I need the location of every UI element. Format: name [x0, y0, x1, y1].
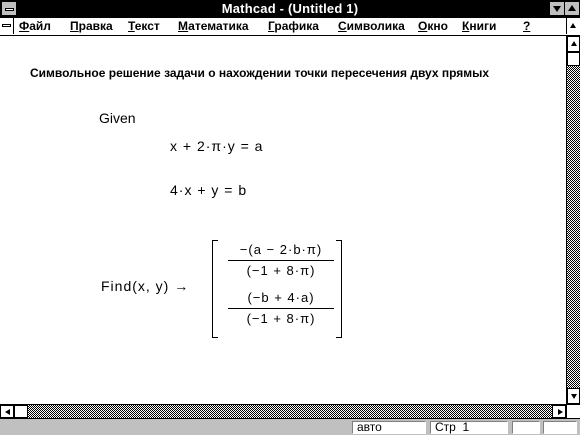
status-bar: авто Стр 1 — [0, 418, 580, 435]
menu-graphics[interactable]: Графика — [268, 19, 319, 33]
document-system-menu-button[interactable] — [0, 18, 14, 34]
page-indicator: Стр 1 — [430, 421, 508, 434]
worksheet-heading-text: Символьное решение задачи о нахождении т… — [30, 66, 490, 80]
arrow-left-icon — [5, 409, 10, 415]
menu-window[interactable]: Окно — [418, 19, 448, 33]
vertical-scroll-track[interactable] — [567, 52, 580, 388]
menu-edit[interactable]: Правка — [70, 19, 113, 33]
menu-help[interactable]: ? — [523, 19, 530, 33]
maximize-button[interactable] — [564, 1, 580, 16]
status-cell-empty — [543, 421, 577, 434]
vertical-scroll-thumb[interactable] — [567, 52, 580, 66]
menu-bar: Файл Правка Текст Математика Графика Сим… — [0, 18, 580, 36]
matrix-right-bracket — [336, 240, 342, 338]
result-y-denominator: (−1 + 8·π) — [246, 311, 316, 326]
menu-books[interactable]: Книги — [462, 19, 496, 33]
arrow-up-icon — [571, 41, 577, 46]
horizontal-scroll-thumb[interactable] — [14, 405, 28, 418]
arrow-right-icon — [558, 409, 563, 415]
result-x-denominator: (−1 + 8·π) — [246, 263, 316, 278]
window-title: Mathcad - (Untitled 1) — [221, 1, 359, 16]
document-restore-button[interactable] — [566, 18, 580, 34]
status-cell-empty — [512, 421, 540, 434]
find-expression[interactable]: Find(x, y) → — [101, 278, 189, 294]
menu-file[interactable]: Файл — [19, 19, 51, 33]
matrix-left-bracket — [212, 240, 218, 338]
scroll-up-button[interactable] — [567, 36, 580, 52]
result-y-fraction: (−b + 4·a) (−1 + 8·π) — [226, 290, 336, 327]
result-matrix[interactable]: −(a − 2·b·π) (−1 + 8·π) (−b + 4·a) (−1 +… — [212, 240, 342, 338]
menu-text[interactable]: Текст — [128, 19, 160, 33]
result-x-fraction: −(a − 2·b·π) (−1 + 8·π) — [226, 242, 336, 279]
worksheet[interactable]: Символьное решение задачи о нахождении т… — [0, 36, 566, 404]
minimize-button[interactable] — [549, 1, 565, 16]
scroll-right-button[interactable] — [552, 405, 566, 418]
menu-symbolics[interactable]: Символика — [338, 19, 405, 33]
restore-icon — [570, 23, 576, 28]
result-y-numerator: (−b + 4·a) — [247, 290, 315, 305]
equation-2[interactable]: 4·x + y = b — [170, 182, 247, 198]
horizontal-scrollbar[interactable] — [0, 404, 566, 418]
page-label: Стр — [435, 420, 456, 434]
minimize-icon — [553, 6, 561, 12]
vertical-scrollbar[interactable] — [566, 36, 580, 404]
horizontal-scroll-track[interactable] — [14, 405, 552, 418]
calc-mode-indicator: авто — [352, 421, 426, 434]
title-bar: Mathcad - (Untitled 1) — [0, 0, 580, 18]
fraction-bar — [228, 308, 334, 309]
equation-1[interactable]: x + 2·π·y = a — [170, 138, 263, 154]
scroll-down-button[interactable] — [567, 388, 580, 404]
scrollbar-corner — [566, 404, 580, 418]
page-number: 1 — [462, 420, 470, 434]
menu-math[interactable]: Математика — [178, 19, 249, 33]
maximize-icon — [568, 5, 576, 11]
fraction-bar — [228, 260, 334, 261]
given-keyword[interactable]: Given — [99, 110, 136, 126]
result-x-numerator: −(a − 2·b·π) — [239, 242, 323, 257]
scroll-left-button[interactable] — [0, 405, 14, 418]
arrow-down-icon — [571, 394, 577, 399]
